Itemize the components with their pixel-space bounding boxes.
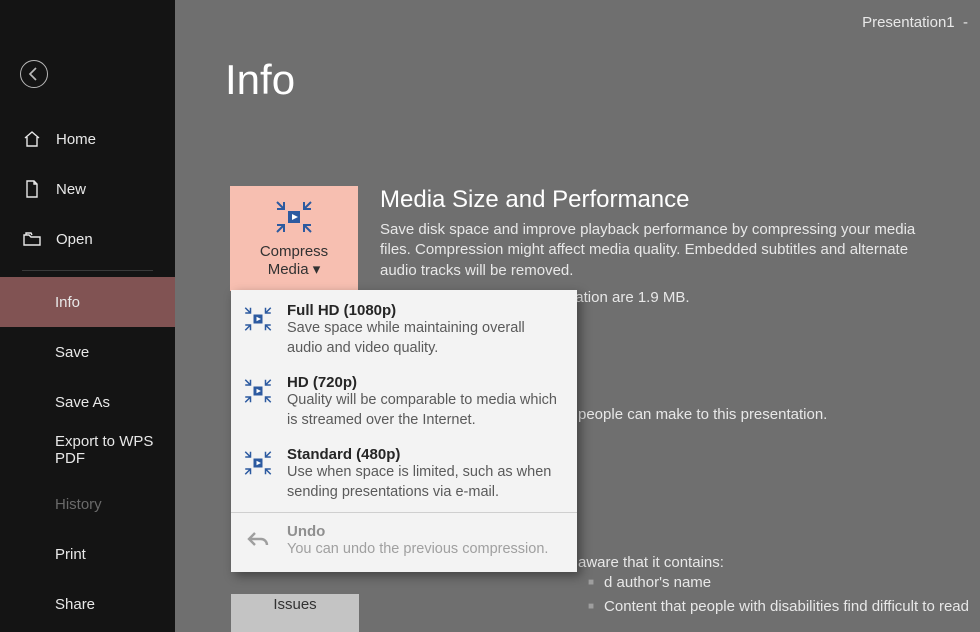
sidebar-item-history: History xyxy=(0,479,175,529)
dropdown-item-desc: Save space while maintaining overall aud… xyxy=(287,319,563,358)
sidebar-item-share[interactable]: Share xyxy=(0,579,175,629)
sidebar-item-home[interactable]: Home xyxy=(0,114,175,164)
compress-media-button[interactable]: Compress Media ▾ xyxy=(230,186,358,291)
dropdown-item-title: HD (720p) xyxy=(287,374,563,391)
sidebar-item-new[interactable]: New xyxy=(0,164,175,214)
document-name: Presentation1 xyxy=(862,14,955,31)
inspect-bullet: d author's name xyxy=(588,571,969,595)
sidebar-item-info[interactable]: Info xyxy=(0,277,175,327)
sidebar-item-label: Save xyxy=(55,344,89,361)
folder-open-icon xyxy=(22,229,42,249)
sidebar-item-label: Info xyxy=(55,294,80,311)
sidebar-item-label: History xyxy=(55,496,102,513)
dropdown-item-undo: Undo You can undo the previous compressi… xyxy=(231,515,577,568)
dropdown-item-desc: Quality will be comparable to media whic… xyxy=(287,391,563,430)
back-button[interactable] xyxy=(20,60,48,88)
compress-media-icon xyxy=(274,199,314,235)
dropdown-divider xyxy=(231,512,577,513)
sidebar-item-save[interactable]: Save xyxy=(0,327,175,377)
sidebar-divider xyxy=(22,270,153,271)
dropdown-item-desc: You can undo the previous compression. xyxy=(287,540,563,560)
media-description: Save disk space and improve playback per… xyxy=(380,220,935,281)
undo-icon xyxy=(241,523,275,557)
sidebar-item-open[interactable]: Open xyxy=(0,214,175,264)
sidebar-nav: Home New Open Info Save Save As Export t… xyxy=(0,114,175,629)
backstage-sidebar: Home New Open Info Save Save As Export t… xyxy=(0,0,175,632)
new-file-icon xyxy=(22,179,42,199)
sidebar-item-label: Save As xyxy=(55,394,110,411)
sidebar-item-label: New xyxy=(56,181,86,198)
inspect-bullet: Content that people with disabilities fi… xyxy=(588,595,969,619)
sidebar-item-label: Export to WPS PDF xyxy=(55,433,175,467)
arrow-left-icon xyxy=(26,66,42,82)
media-heading: Media Size and Performance xyxy=(380,186,935,214)
protect-description-fragment: people can make to this presentation. xyxy=(578,406,827,423)
compress-icon xyxy=(241,374,275,408)
page-title: Info xyxy=(225,56,295,104)
sidebar-item-label: Home xyxy=(56,131,96,148)
dropdown-item-desc: Use when space is limited, such as when … xyxy=(287,463,563,502)
sidebar-item-save-as[interactable]: Save As xyxy=(0,377,175,427)
dropdown-item-sd[interactable]: Standard (480p) Use when space is limite… xyxy=(231,438,577,510)
compress-media-dropdown: Full HD (1080p) Save space while maintai… xyxy=(231,290,577,572)
compress-media-label: Compress Media ▾ xyxy=(260,243,328,278)
sidebar-item-print[interactable]: Print xyxy=(0,529,175,579)
inspect-aware-fragment: aware that it contains: xyxy=(578,554,969,571)
home-icon xyxy=(22,129,42,149)
titlebar: Presentation1 - xyxy=(862,14,968,31)
sidebar-item-label: Open xyxy=(56,231,93,248)
compress-icon xyxy=(241,446,275,480)
sidebar-item-label: Print xyxy=(55,546,86,563)
check-for-issues-button[interactable]: Issues xyxy=(231,594,359,632)
sidebar-item-export-wps[interactable]: Export to WPS PDF xyxy=(0,427,175,479)
compress-icon xyxy=(241,302,275,336)
titlebar-sep: - xyxy=(963,14,968,31)
dropdown-item-hd[interactable]: HD (720p) Quality will be comparable to … xyxy=(231,366,577,438)
chevron-down-icon: ▾ xyxy=(313,261,321,278)
dropdown-item-fullhd[interactable]: Full HD (1080p) Save space while maintai… xyxy=(231,294,577,366)
dropdown-item-title: Full HD (1080p) xyxy=(287,302,563,319)
inspect-aware-block: aware that it contains: d author's name … xyxy=(578,554,969,619)
sidebar-item-label: Share xyxy=(55,596,95,613)
dropdown-item-title: Undo xyxy=(287,523,563,540)
dropdown-item-title: Standard (480p) xyxy=(287,446,563,463)
